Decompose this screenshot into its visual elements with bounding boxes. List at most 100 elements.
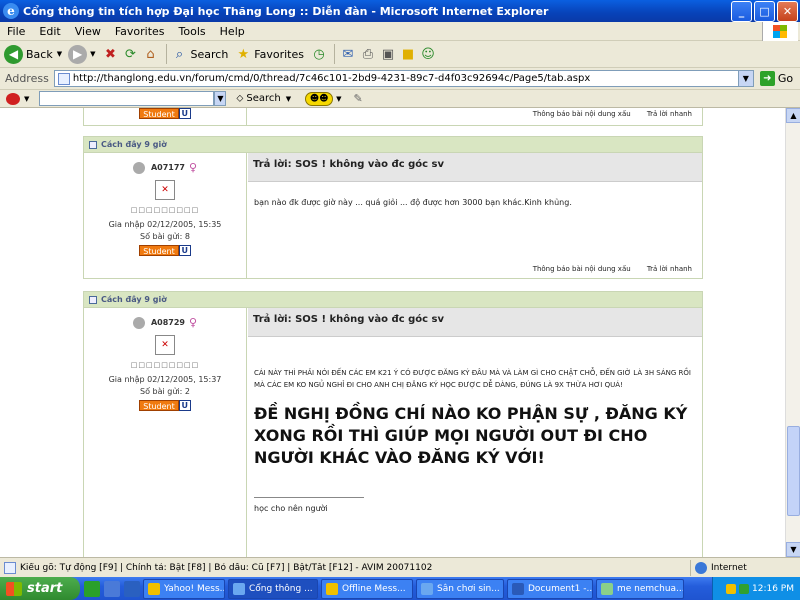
offline-status-icon [132, 316, 145, 329]
toolbar-search-label: Search [246, 93, 281, 104]
post-icon [89, 295, 97, 304]
user-column: A07177 ♀ ✕ □□□□□□□□□ Gia nhập 02/12/2005… [84, 153, 247, 278]
toolbar-search-button[interactable]: ⬦ Search ▼ [236, 93, 291, 104]
menu-favorites[interactable]: Favorites [108, 25, 172, 38]
address-url[interactable]: http://thanglong.edu.vn/forum/cmd/0/thre… [73, 73, 738, 84]
minimize-button[interactable]: _ [731, 0, 752, 22]
rank-badge: Student U [84, 108, 246, 119]
start-label: start [27, 581, 63, 596]
status-text: Kiểu gõ: Tự động [F9] | Chính tả: Bật [F… [20, 562, 433, 573]
menu-file[interactable]: File [0, 25, 32, 38]
forum-post: Student U Thông báo bài nội dung xấu Trả… [83, 108, 703, 126]
quick-reply-link[interactable]: Trả lời nhanh [647, 265, 692, 273]
task-document1[interactable]: Document1 -... [507, 578, 593, 599]
stop-icon[interactable]: ✖ [102, 45, 120, 63]
scroll-thumb[interactable] [787, 426, 800, 516]
menu-tools[interactable]: Tools [172, 25, 213, 38]
rank-badge: Student U [84, 400, 246, 411]
address-dropdown-icon[interactable]: ▼ [737, 71, 753, 86]
mail-icon[interactable]: ✉ [339, 45, 357, 63]
quicklaunch-paint-icon[interactable] [104, 580, 120, 597]
forward-dropdown-icon[interactable]: ▼ [90, 50, 95, 58]
search-icon: ⌕ [175, 46, 184, 62]
back-dropdown-icon[interactable]: ▼ [57, 50, 62, 58]
search-dropdown-icon[interactable]: ▼ [286, 95, 291, 103]
task-label: Offline Mess... [342, 583, 406, 594]
ladybug-icon[interactable] [6, 92, 20, 105]
forward-arrow-icon: ▶ [68, 44, 88, 64]
clock[interactable]: 12:16 PM [752, 584, 794, 594]
scroll-up-icon[interactable]: ▲ [786, 108, 800, 123]
signature-divider [248, 497, 702, 498]
refresh-icon[interactable]: ⟳ [122, 45, 140, 63]
toolbar-search-input[interactable] [39, 91, 215, 106]
chat-icon [601, 582, 613, 595]
scroll-down-icon[interactable]: ▼ [786, 542, 800, 557]
ie-logo-icon: e [3, 3, 19, 19]
post-body: CÁI NÀY THÌ PHẢI NÓI ĐẾN CÁC EM K21 Ý CÓ… [254, 369, 691, 389]
user-info: A07177 ♀ [84, 161, 246, 174]
report-link[interactable]: Thông báo bài nội dung xấu [533, 265, 631, 273]
forward-button[interactable]: ▶ ▼ [68, 44, 96, 64]
go-label: Go [777, 72, 794, 85]
address-input[interactable]: http://thanglong.edu.vn/forum/cmd/0/thre… [53, 70, 754, 87]
back-button[interactable]: ◀ Back ▼ [4, 44, 62, 64]
task-ie-forum[interactable]: Cổng thông ... [228, 578, 318, 599]
favorites-star-icon: ★ [237, 46, 250, 62]
u-badge: U [178, 108, 191, 119]
menu-help[interactable]: Help [213, 25, 252, 38]
username[interactable]: A07177 [151, 163, 185, 172]
windows-flag-icon [762, 22, 798, 41]
close-button[interactable]: ✕ [777, 0, 798, 22]
messenger-icon[interactable]: ☺ [419, 45, 437, 63]
back-arrow-icon: ◀ [4, 44, 23, 64]
tray-yahoo-icon[interactable] [726, 583, 736, 594]
print-icon[interactable]: ⎙ [359, 45, 377, 63]
rank-stars: □□□□□□□□□ [130, 206, 200, 214]
quicklaunch-publisher-icon[interactable] [84, 580, 100, 597]
post-time: Cách đây 9 giờ [101, 295, 167, 304]
vertical-scrollbar[interactable]: ▲ ▼ [785, 108, 800, 557]
start-button[interactable]: start [0, 577, 80, 600]
menu-edit[interactable]: Edit [32, 25, 67, 38]
username[interactable]: A08729 [151, 318, 185, 327]
join-date: Gia nhập 02/12/2005, 15:35 [108, 220, 222, 229]
edit-icon[interactable]: ▣ [379, 45, 397, 63]
smiley-icon[interactable]: ☻☻ [305, 91, 334, 106]
pencil-icon[interactable]: ✎ [354, 92, 363, 105]
join-date: Gia nhập 02/12/2005, 15:37 [108, 375, 222, 384]
quicklaunch-ie-icon[interactable] [124, 580, 140, 597]
ladybug-dropdown-icon[interactable]: ▼ [24, 95, 29, 103]
history-icon[interactable]: ◷ [310, 45, 328, 63]
post-header: Cách đây 9 giờ [84, 292, 702, 308]
post-time: Cách đây 9 giờ [101, 140, 167, 149]
go-button[interactable]: ➜ Go [759, 71, 794, 86]
search-button[interactable]: ⌕ Search [171, 45, 228, 63]
maximize-button[interactable]: □ [754, 0, 775, 22]
tray-network-icon[interactable] [739, 583, 749, 594]
rank-badge: Student U [84, 245, 246, 256]
favorites-button[interactable]: ★ Favorites [234, 45, 304, 63]
search-bolt-icon: ⬦ [236, 93, 244, 104]
discuss-icon[interactable]: ■ [399, 45, 417, 63]
task-offline-messages[interactable]: Offline Mess... [321, 578, 413, 599]
page-viewport[interactable]: Student U Thông báo bài nội dung xấu Trả… [0, 108, 785, 557]
task-yahoo-messenger[interactable]: Yahoo! Mess... [143, 578, 225, 599]
menu-view[interactable]: View [68, 25, 108, 38]
task-nemchua[interactable]: me nemchua... [596, 578, 684, 599]
post-subject: Trả lời: SOS ! không vào đc góc sv [248, 153, 702, 182]
female-icon: ♀ [188, 316, 198, 329]
report-link[interactable]: Thông báo bài nội dung xấu [533, 110, 631, 118]
quick-reply-link[interactable]: Trả lời nhanh [647, 110, 692, 118]
task-label: Sân chơi sin... [437, 583, 500, 594]
task-label: Yahoo! Mess... [164, 583, 225, 594]
menu-bar: File Edit View Favorites Tools Help [0, 22, 800, 41]
yahoo-icon [148, 582, 160, 595]
smiley-dropdown-icon[interactable]: ▼ [336, 95, 341, 103]
post-emphasis: ĐỀ NGHỊ ĐỒNG CHÍ NÀO KO PHẬN SỰ , ĐĂNG K… [254, 404, 688, 467]
toolbar-search-dropdown-icon[interactable]: ▼ [214, 91, 227, 106]
task-san-choi[interactable]: Sân chơi sin... [416, 578, 504, 599]
home-icon[interactable]: ⌂ [142, 45, 160, 63]
title-bar[interactable]: e Cổng thông tin tích hợp Đại học Thăng … [0, 0, 800, 22]
toolbar-separator [165, 44, 167, 64]
